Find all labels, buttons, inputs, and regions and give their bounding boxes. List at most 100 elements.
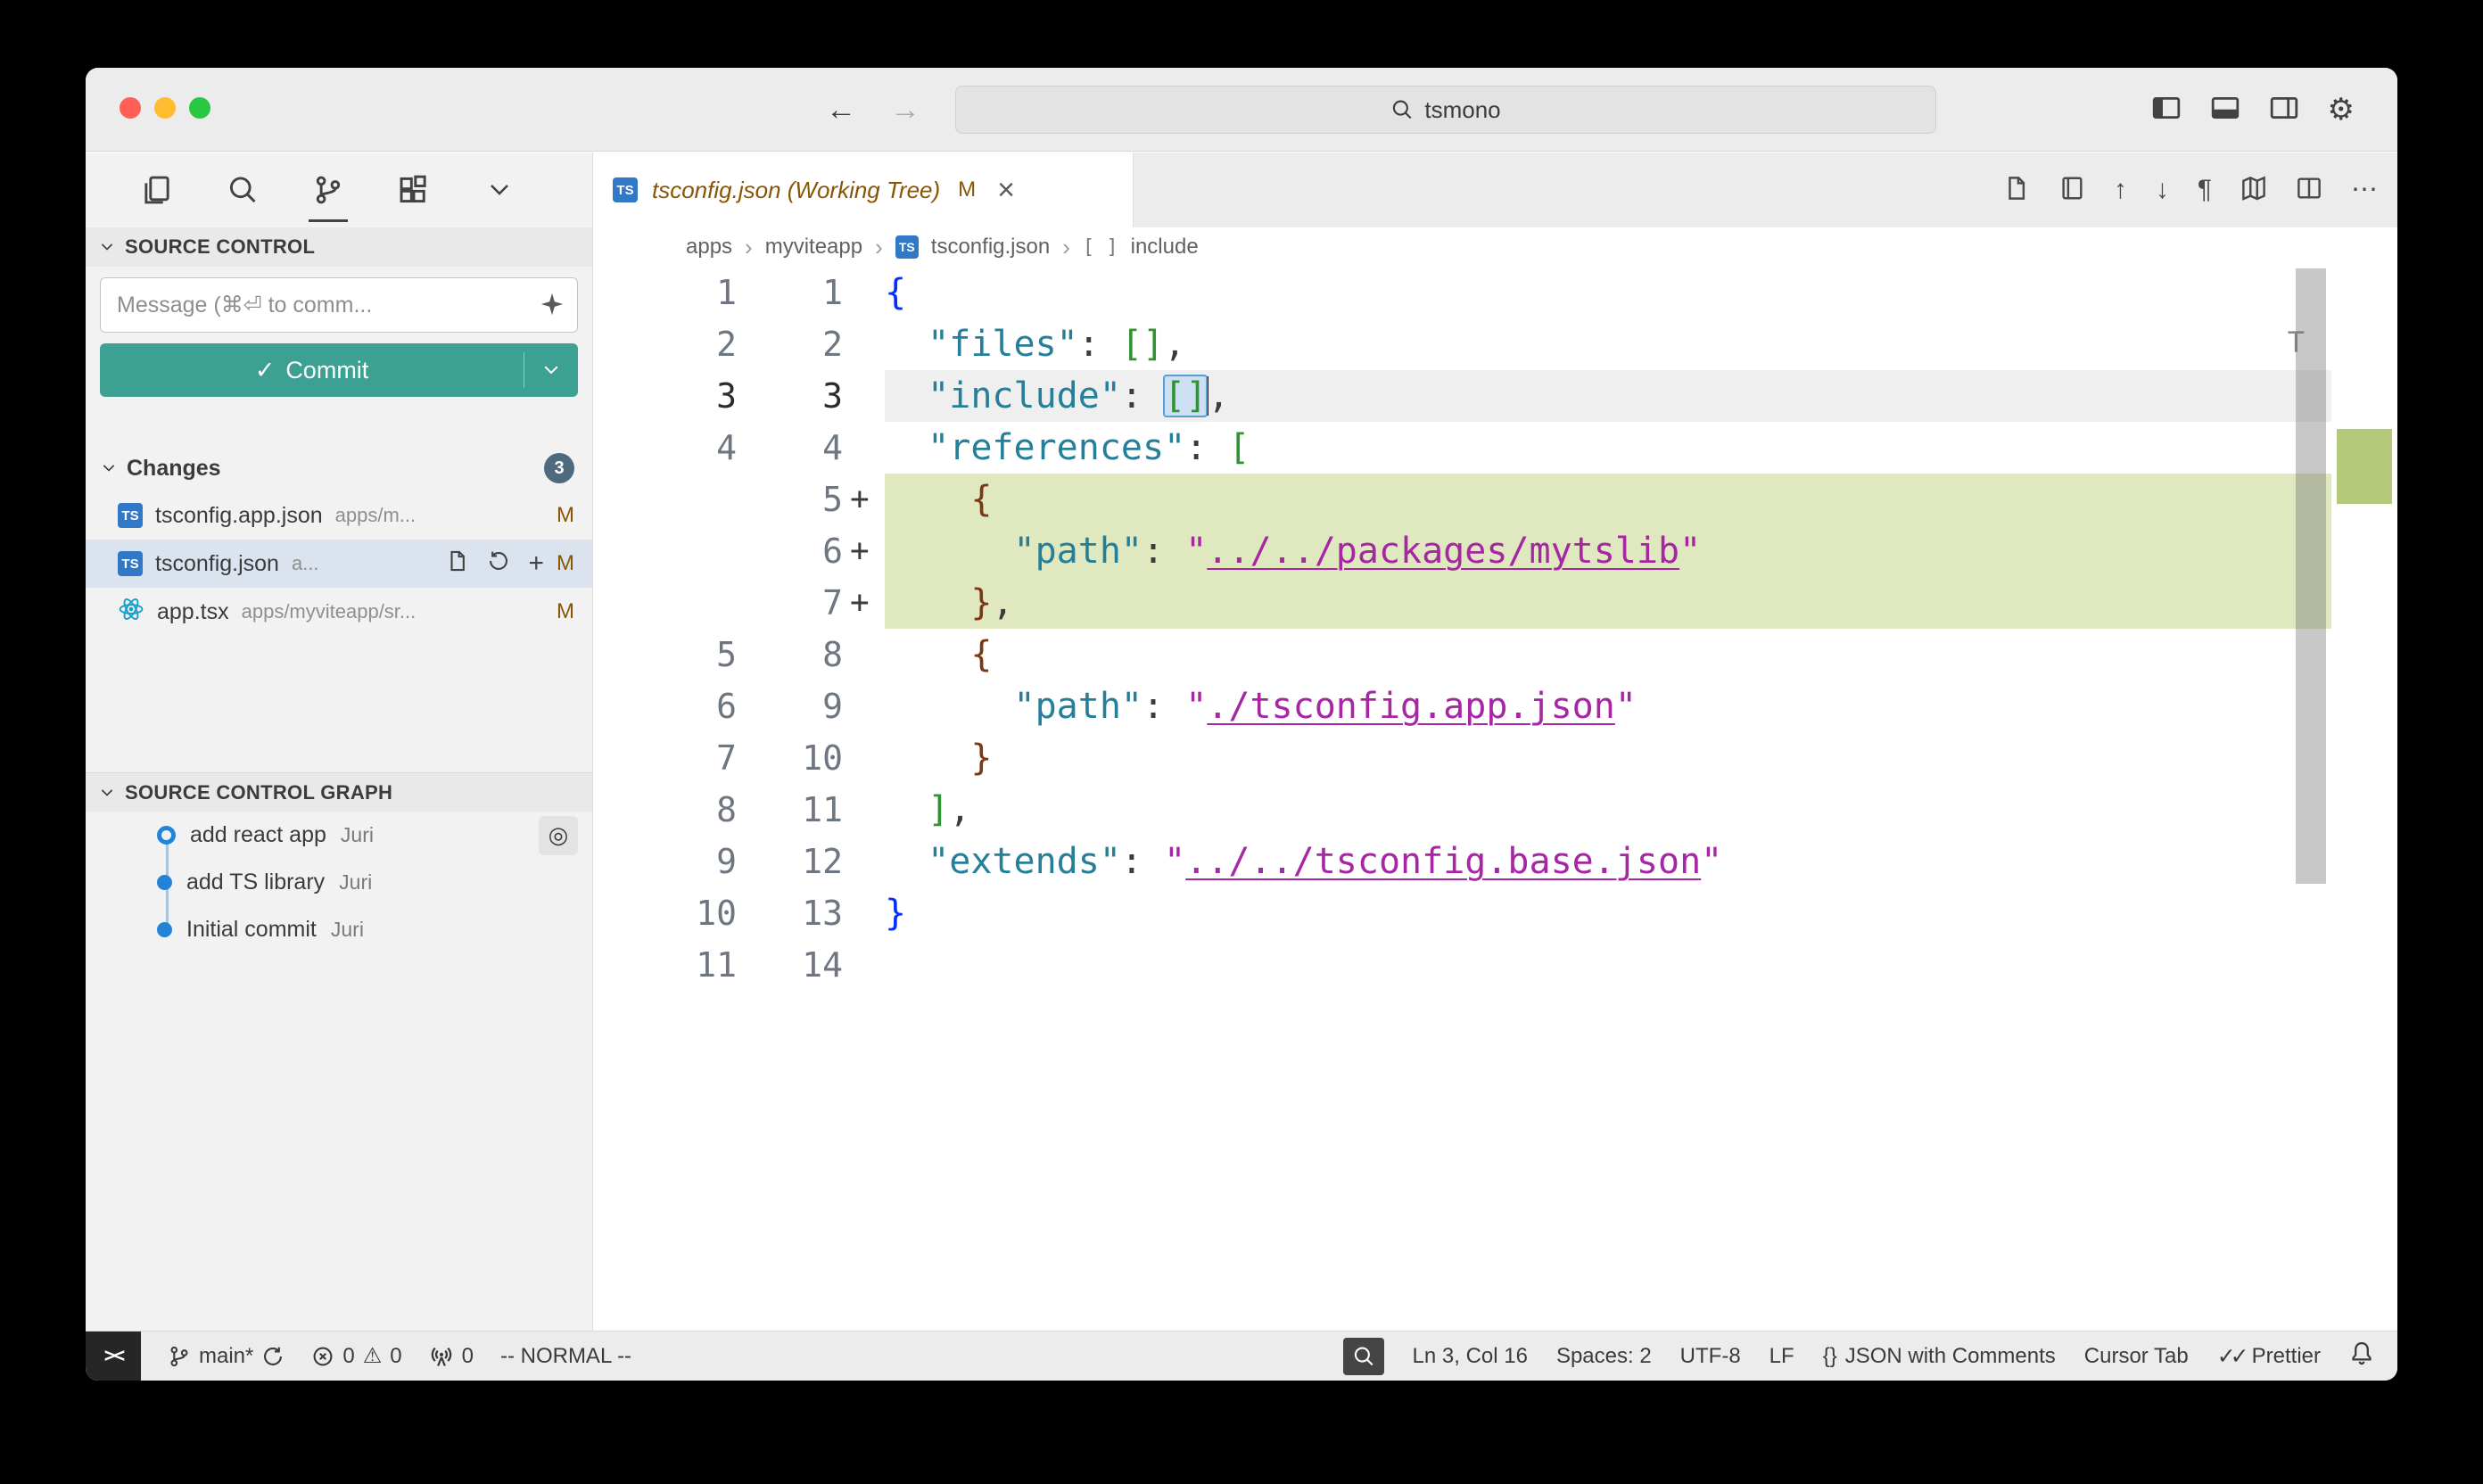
commit-dropdown-button[interactable]	[524, 343, 578, 397]
code-line[interactable]: 44 "references": [	[593, 422, 2331, 474]
code-editor[interactable]: 11{22 "files": [],33 "include": [],44 "r…	[593, 267, 2397, 1331]
breadcrumb-tsconfig[interactable]: tsconfig.json	[931, 235, 1050, 260]
minimize-window-button[interactable]	[154, 97, 176, 119]
indentation-indicator[interactable]: Spaces: 2	[1556, 1344, 1652, 1369]
commit-button-main[interactable]: ✓ Commit	[100, 343, 524, 397]
language-mode-indicator[interactable]: {} JSON with Comments	[1823, 1344, 2056, 1369]
source-control-section-header[interactable]: SOURCE CONTROL	[86, 227, 592, 267]
more-actions-button[interactable]: ⋯	[2351, 177, 2378, 203]
toggle-sidebar-button[interactable]	[2151, 93, 2182, 128]
close-window-button[interactable]	[120, 97, 141, 119]
changed-file-row[interactable]: app.tsxapps/myviteapp/sr...M	[86, 588, 592, 636]
path-link[interactable]: ./tsconfig.app.json	[1207, 686, 1615, 727]
code-text: }	[885, 887, 2331, 939]
scrollbar-thumb[interactable]	[2296, 268, 2326, 884]
code-line[interactable]: 33 "include": [],	[593, 370, 2331, 422]
vim-mode-indicator[interactable]: -- NORMAL --	[500, 1344, 631, 1369]
problems-indicator[interactable]: 0 ⚠ 0	[311, 1343, 401, 1369]
stage-changes-button[interactable]: +	[528, 550, 544, 577]
toggle-panel-button[interactable]	[2210, 93, 2240, 128]
diff-added-marker	[843, 784, 885, 836]
code-line[interactable]: 912 "extends": "../../tsconfig.base.json…	[593, 836, 2331, 887]
changes-header[interactable]: Changes 3	[86, 445, 592, 491]
code-line[interactable]: 7+ },	[593, 577, 2331, 629]
chevron-down-icon	[485, 176, 514, 204]
code-line[interactable]: 1114	[593, 939, 2331, 991]
cursor-position-indicator[interactable]: Ln 3, Col 16	[1413, 1344, 1528, 1369]
commit-row[interactable]: add react appJuri◎	[86, 812, 592, 859]
ports-count: 0	[462, 1344, 474, 1369]
cursor-tab-indicator[interactable]: Cursor Tab	[2084, 1344, 2189, 1369]
changed-file-row[interactable]: TStsconfig.jsona...+M	[86, 540, 592, 588]
commit-row[interactable]: Initial commitJuri	[86, 906, 592, 953]
code-line[interactable]: 58 {	[593, 629, 2331, 680]
toggle-secondary-sidebar-button[interactable]	[2269, 93, 2299, 128]
breadcrumb-myviteapp[interactable]: myviteapp	[765, 235, 862, 260]
code-line[interactable]: 69 "path": "./tsconfig.app.json"	[593, 680, 2331, 732]
code-line[interactable]: 5+ {	[593, 474, 2331, 525]
split-editor-button[interactable]	[2296, 175, 2322, 206]
activity-search-button[interactable]	[223, 153, 262, 227]
diff-added-marker: +	[843, 474, 885, 525]
activity-explorer-button[interactable]	[137, 153, 177, 227]
maximize-window-button[interactable]	[189, 97, 210, 119]
activity-source-control-button[interactable]	[309, 153, 348, 227]
zoom-indicator-button[interactable]	[1343, 1338, 1384, 1375]
code-line[interactable]: 1013}	[593, 887, 2331, 939]
close-tab-button[interactable]: ×	[997, 173, 1015, 208]
sparkle-icon	[539, 291, 565, 317]
forward-button[interactable]: →	[890, 93, 920, 128]
ports-indicator[interactable]: 0	[429, 1344, 474, 1369]
typescript-file-icon: TS	[118, 551, 143, 576]
modified-line-number: 13	[737, 887, 843, 939]
original-line-number: 2	[593, 318, 737, 370]
previous-change-button[interactable]: ↑	[2114, 177, 2127, 203]
discard-changes-button[interactable]	[487, 549, 510, 579]
branch-indicator[interactable]: main*	[168, 1344, 285, 1369]
commit-dot	[157, 826, 176, 845]
encoding-indicator[interactable]: UTF-8	[1680, 1344, 1741, 1369]
command-center-search[interactable]: tsmono	[955, 86, 1936, 134]
activity-more-button[interactable]	[480, 153, 519, 227]
tab-tsconfig-working-tree[interactable]: TS tsconfig.json (Working Tree) M ×	[593, 153, 1134, 227]
next-change-button[interactable]: ↓	[2156, 177, 2169, 203]
code-line[interactable]: 22 "files": [],	[593, 318, 2331, 370]
remote-indicator-button[interactable]: ><	[86, 1331, 141, 1381]
code-line[interactable]: 11{	[593, 267, 2331, 318]
sidebar: SOURCE CONTROL ✓ Commit	[86, 153, 593, 1331]
settings-gear-icon[interactable]: ⚙	[2328, 95, 2355, 125]
code-line[interactable]: 811 ],	[593, 784, 2331, 836]
modified-line-number: 5	[737, 474, 843, 525]
map-view-button[interactable]	[2240, 175, 2267, 206]
activity-extensions-button[interactable]	[394, 153, 433, 227]
notifications-bell-button[interactable]	[2349, 1340, 2374, 1372]
commit-row[interactable]: add TS libraryJuri	[86, 859, 592, 906]
commit-message-input[interactable]	[100, 277, 578, 333]
chevron-down-icon	[540, 359, 562, 381]
commit-button[interactable]: ✓ Commit	[100, 343, 578, 397]
eol-indicator[interactable]: LF	[1769, 1344, 1794, 1369]
breadcrumb-apps[interactable]: apps	[686, 235, 732, 260]
code-line[interactable]: 6+ "path": "../../packages/mytslib"	[593, 525, 2331, 577]
graph-section-header[interactable]: SOURCE CONTROL GRAPH	[86, 772, 592, 812]
formatter-indicator[interactable]: ✓✓ Prettier	[2217, 1343, 2321, 1370]
breadcrumb-include[interactable]: include	[1131, 235, 1199, 260]
notebook-view-button[interactable]	[2058, 175, 2085, 206]
open-file-button[interactable]	[2003, 175, 2030, 206]
eol-label: LF	[1769, 1344, 1794, 1369]
toggle-whitespace-button[interactable]: ¶	[2198, 177, 2212, 203]
code-line[interactable]: 710 }	[593, 732, 2331, 784]
open-file-icon	[2003, 175, 2030, 202]
code-text: },	[885, 577, 2331, 629]
path-link[interactable]: ../../packages/mytslib	[1207, 531, 1679, 572]
open-file-button[interactable]	[446, 549, 469, 579]
chevron-down-icon	[98, 784, 116, 802]
modified-indicator: M	[557, 551, 574, 576]
path-link[interactable]: ../../tsconfig.base.json	[1185, 841, 1701, 882]
checkout-commit-button[interactable]: ◎	[539, 816, 578, 855]
back-button[interactable]: ←	[826, 93, 856, 128]
changed-file-row[interactable]: TStsconfig.app.jsonapps/m...M	[86, 491, 592, 540]
generate-commit-message-button[interactable]	[539, 291, 565, 322]
modified-line-number: 6	[737, 525, 843, 577]
file-path: a...	[292, 552, 319, 575]
